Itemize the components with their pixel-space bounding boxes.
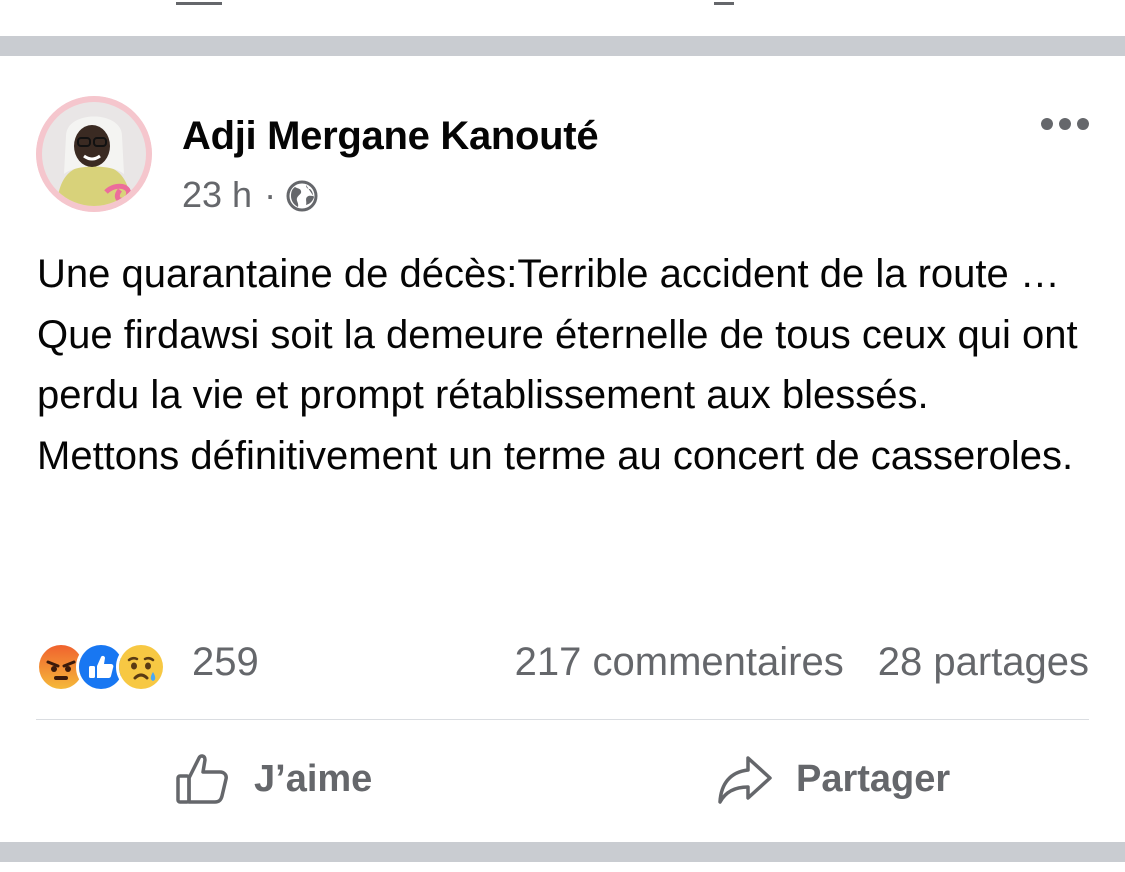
action-divider	[36, 719, 1089, 720]
post-card: Adji Mergane Kanouté 23 h · Une quaranta…	[0, 56, 1125, 842]
thumbs-up-icon	[174, 750, 232, 808]
reaction-count[interactable]: 259	[192, 640, 259, 685]
post-text-paragraph: Une quarantaine de décès:Terrible accide…	[37, 252, 1078, 418]
more-options-icon[interactable]	[1041, 118, 1089, 130]
post-text: Une quarantaine de décès:Terrible accide…	[37, 244, 1097, 486]
meta-separator: ·	[264, 174, 277, 215]
globe-icon	[286, 179, 318, 212]
share-count[interactable]: 28 partages	[878, 640, 1089, 685]
sad-reaction-icon	[116, 642, 166, 692]
feed-divider	[0, 842, 1125, 862]
previous-post-remnant	[0, 0, 1125, 34]
post-stats: 259 217 commentaires 28 partages	[36, 636, 1089, 692]
engagement-counts: 217 commentaires 28 partages	[515, 640, 1089, 685]
post-meta: 23 h ·	[182, 174, 318, 216]
post-timestamp[interactable]: 23 h	[182, 174, 252, 216]
previous-action-icon-fragment	[714, 0, 734, 5]
avatar[interactable]	[36, 96, 152, 212]
previous-action-icon-fragment	[176, 0, 222, 5]
feed-divider	[0, 36, 1125, 56]
post-text-paragraph: Mettons définitivement un terme au conce…	[37, 433, 1074, 478]
like-label: J’aime	[254, 757, 373, 800]
like-button[interactable]: J’aime	[174, 750, 372, 808]
share-label: Partager	[796, 757, 951, 800]
share-button[interactable]: Partager	[716, 750, 950, 808]
share-arrow-icon	[716, 750, 774, 808]
author-name[interactable]: Adji Mergane Kanouté	[182, 114, 599, 159]
comment-count[interactable]: 217 commentaires	[515, 640, 844, 685]
reaction-icons[interactable]	[36, 642, 166, 692]
